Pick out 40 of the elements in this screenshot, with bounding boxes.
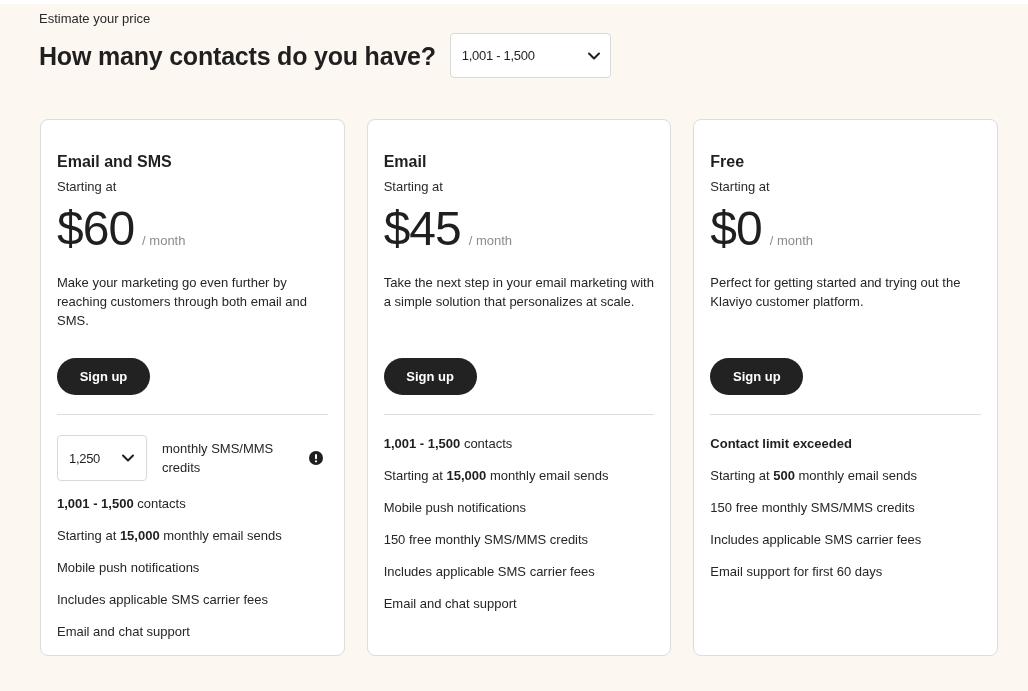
sign-up-button[interactable]: Sign up	[383, 358, 477, 395]
page-heading: How many contacts do you have?	[39, 40, 436, 72]
feature-item: 1,001 - 1,500 contacts	[57, 495, 187, 513]
feature-item: 150 free monthly SMS/MMS credits	[383, 531, 590, 549]
feature-item: 150 free monthly SMS/MMS credits	[710, 499, 916, 517]
credits-dropdown[interactable]: 1,250	[57, 435, 147, 481]
credits-label: monthly SMS/MMS credits	[162, 440, 275, 477]
contacts-dropdown[interactable]: 1,001 - 1,500	[449, 33, 611, 78]
eyebrow-text: Estimate your price	[39, 11, 152, 27]
sign-up-button[interactable]: Sign up	[57, 358, 150, 395]
plan-description: Make your marketing go even further by reaching customers through both email and SMS.	[57, 274, 309, 330]
feature-item: Includes applicable SMS carrier fees	[57, 591, 269, 609]
feature-item: Email and chat support	[383, 595, 518, 613]
exclamation-circle-icon	[308, 451, 323, 465]
plan-title: Free	[710, 152, 746, 172]
price-period: / month	[142, 233, 186, 248]
feature-item: Starting at 15,000 monthly email sends	[57, 527, 283, 545]
feature-item: 1,001 - 1,500 contacts	[383, 435, 514, 453]
feature-item: Mobile push notifications	[383, 499, 527, 517]
feature-item: Includes applicable SMS carrier fees	[383, 563, 596, 581]
price-period: / month	[468, 233, 513, 248]
starting-label: Starting at	[57, 178, 118, 196]
price-amount: $60	[57, 204, 135, 254]
feature-item: Starting at 500 monthly email sends	[710, 467, 919, 485]
limit-notice: Contact limit exceeded	[710, 435, 853, 453]
plan-description: Perfect for getting started and trying out the Klaviyo customer platform.	[710, 274, 962, 311]
feature-item: Email support for first 60 days	[710, 563, 884, 581]
plan-title: Email and SMS	[57, 152, 173, 172]
feature-item: Mobile push notifications	[57, 559, 201, 577]
feature-item: Starting at 15,000 monthly email sends	[383, 467, 610, 485]
price-amount: $0	[710, 204, 762, 254]
starting-label: Starting at	[710, 178, 771, 196]
sign-up-button[interactable]: Sign up	[710, 358, 804, 395]
plan-description: Take the next step in your email marketing with a simple solution that personalizes at scale.	[383, 274, 655, 311]
feature-item: Includes applicable SMS carrier fees	[710, 531, 923, 549]
starting-label: Starting at	[383, 178, 444, 196]
price-amount: $45	[383, 204, 461, 254]
feature-item: Email and chat support	[57, 623, 191, 641]
price-period: / month	[769, 233, 814, 248]
plan-title: Email	[383, 152, 428, 172]
